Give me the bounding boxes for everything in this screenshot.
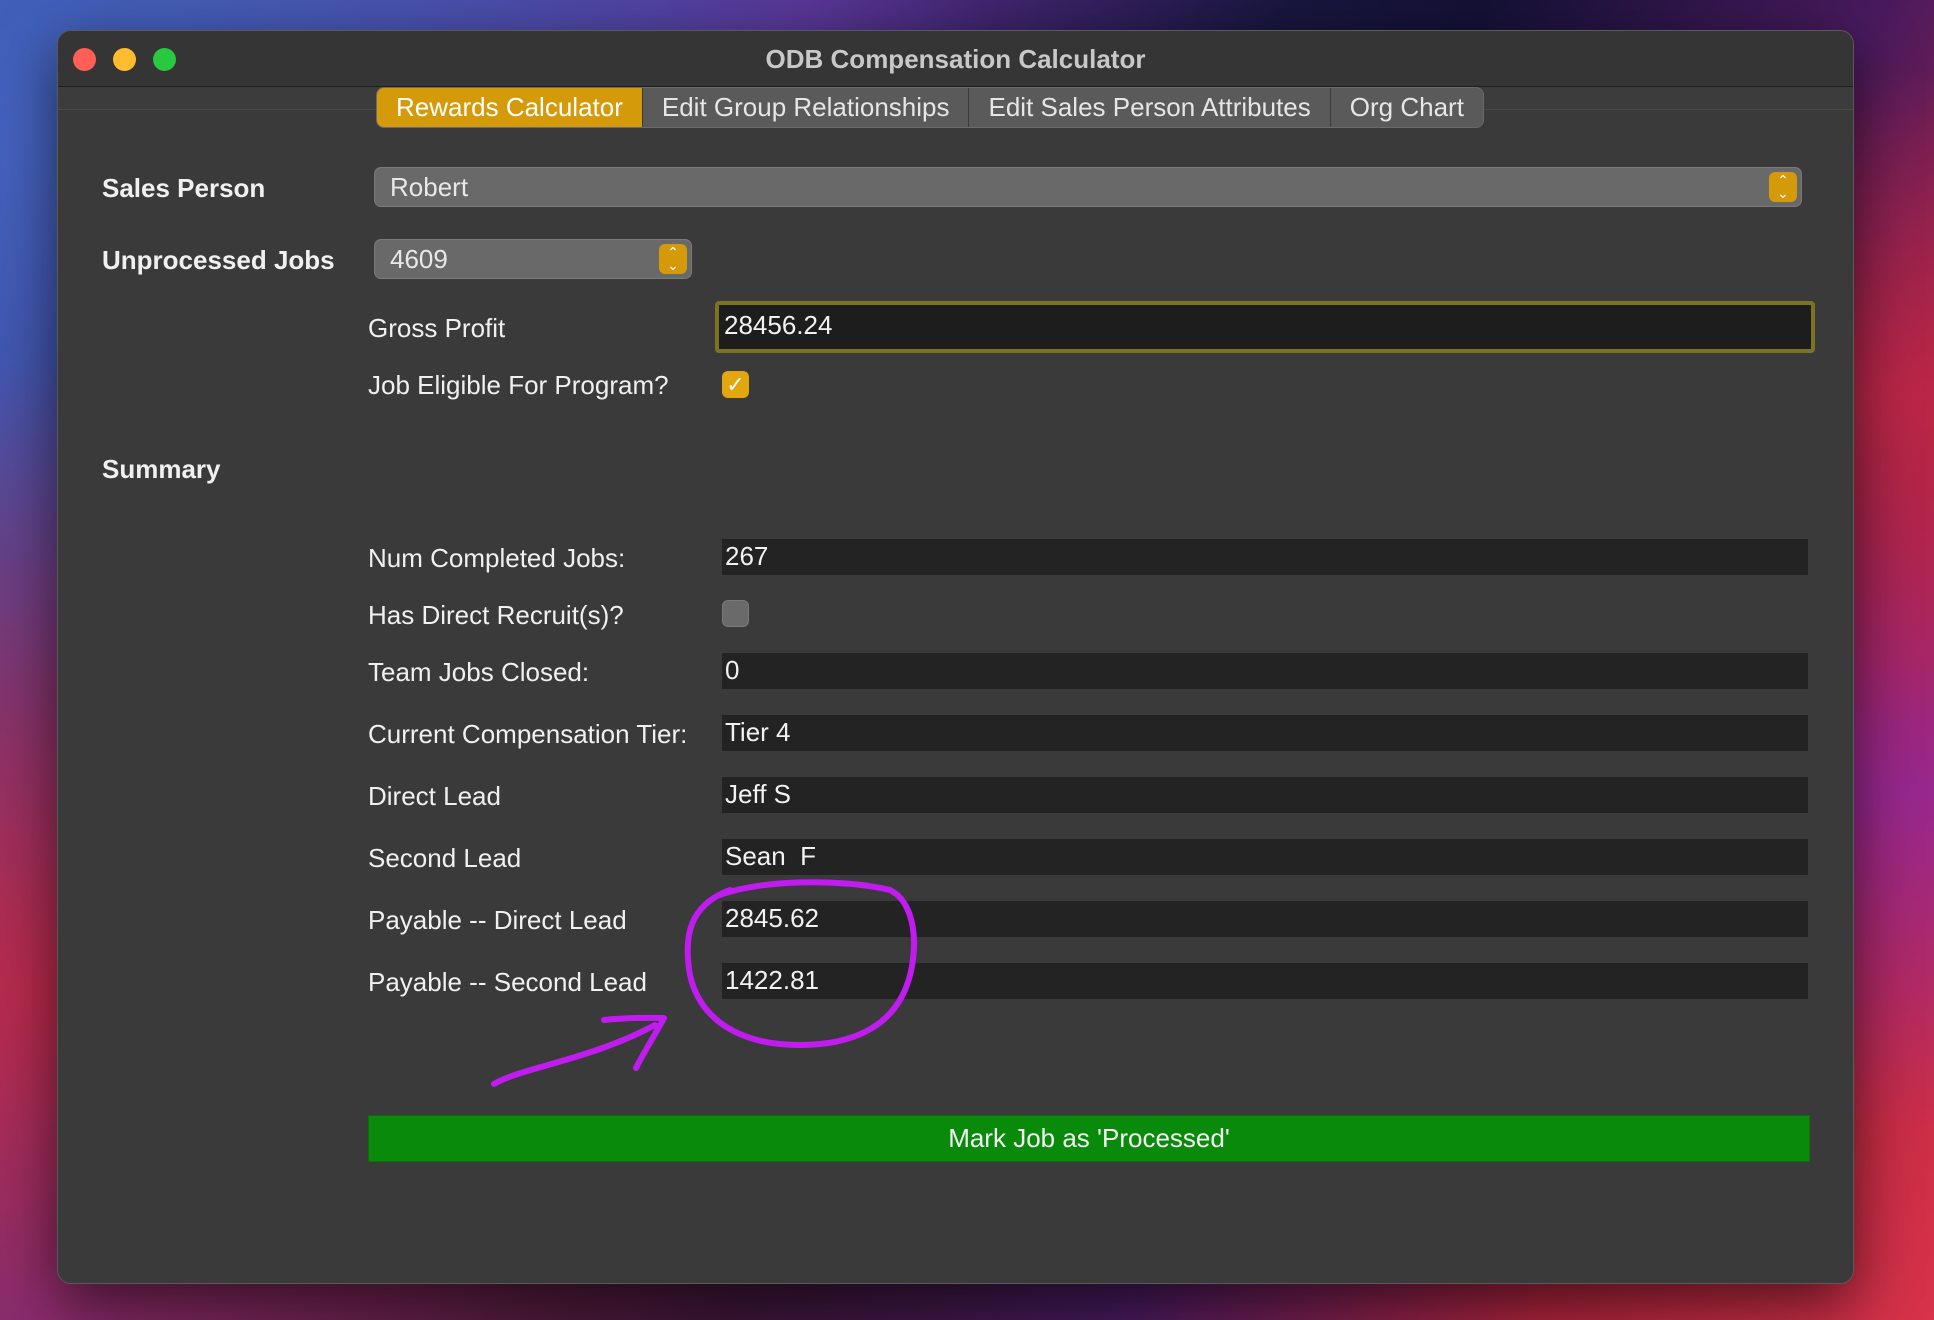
tab-edit-sales-person-attributes[interactable]: Edit Sales Person Attributes [969,88,1331,127]
unprocessed-jobs-value: 4609 [390,244,448,274]
checkmark-icon: ✓ [726,372,745,397]
app-window: ODB Compensation Calculator Rewards Calc… [57,30,1854,1284]
team-jobs-closed-label: Team Jobs Closed: [368,657,590,687]
sales-person-select[interactable]: Robert ⌃ ⌄ [374,167,1802,207]
unprocessed-jobs-select[interactable]: 4609 ⌃ ⌄ [374,239,692,279]
team-jobs-closed-field[interactable]: 0 [722,653,1808,689]
mark-processed-button[interactable]: Mark Job as 'Processed' [368,1115,1810,1162]
chevron-up-down-icon: ⌃ ⌄ [659,244,687,274]
sales-person-label: Sales Person [102,173,266,203]
job-eligible-checkbox[interactable]: ✓ [722,371,749,398]
payable-direct-lead-label: Payable -- Direct Lead [368,905,627,935]
tab-edit-group-relationships[interactable]: Edit Group Relationships [643,88,970,127]
summary-heading: Summary [102,454,221,484]
num-completed-jobs-label: Num Completed Jobs: [368,543,626,573]
has-direct-recruits-checkbox[interactable] [722,600,749,627]
unprocessed-jobs-label: Unprocessed Jobs [102,245,335,275]
second-lead-label: Second Lead [368,843,522,873]
job-eligible-label: Job Eligible For Program? [368,370,669,400]
tab-bar: Rewards Calculator Edit Group Relationsh… [376,87,1484,128]
tab-rewards-calculator[interactable]: Rewards Calculator [377,88,643,127]
direct-lead-field[interactable]: Jeff S [722,777,1808,813]
compensation-tier-label: Current Compensation Tier: [368,719,688,749]
gross-profit-label: Gross Profit [368,313,506,343]
title-bar[interactable]: ODB Compensation Calculator [58,31,1853,87]
tab-org-chart[interactable]: Org Chart [1331,88,1483,127]
num-completed-jobs-field[interactable]: 267 [722,539,1808,575]
second-lead-field[interactable]: Sean F [722,839,1808,875]
gross-profit-field[interactable]: 28456.24 [715,301,1815,353]
chevron-up-down-icon: ⌃ ⌄ [1769,172,1797,202]
has-direct-recruits-label: Has Direct Recruit(s)? [368,600,624,630]
window-title: ODB Compensation Calculator [765,44,1146,74]
compensation-tier-field[interactable]: Tier 4 [722,715,1808,751]
payable-second-lead-label: Payable -- Second Lead [368,967,647,997]
direct-lead-label: Direct Lead [368,781,501,811]
tab-content-panel [58,109,1853,1283]
payable-second-lead-field[interactable]: 1422.81 [722,963,1808,999]
payable-direct-lead-field[interactable]: 2845.62 [722,901,1808,937]
sales-person-value: Robert [390,172,469,202]
